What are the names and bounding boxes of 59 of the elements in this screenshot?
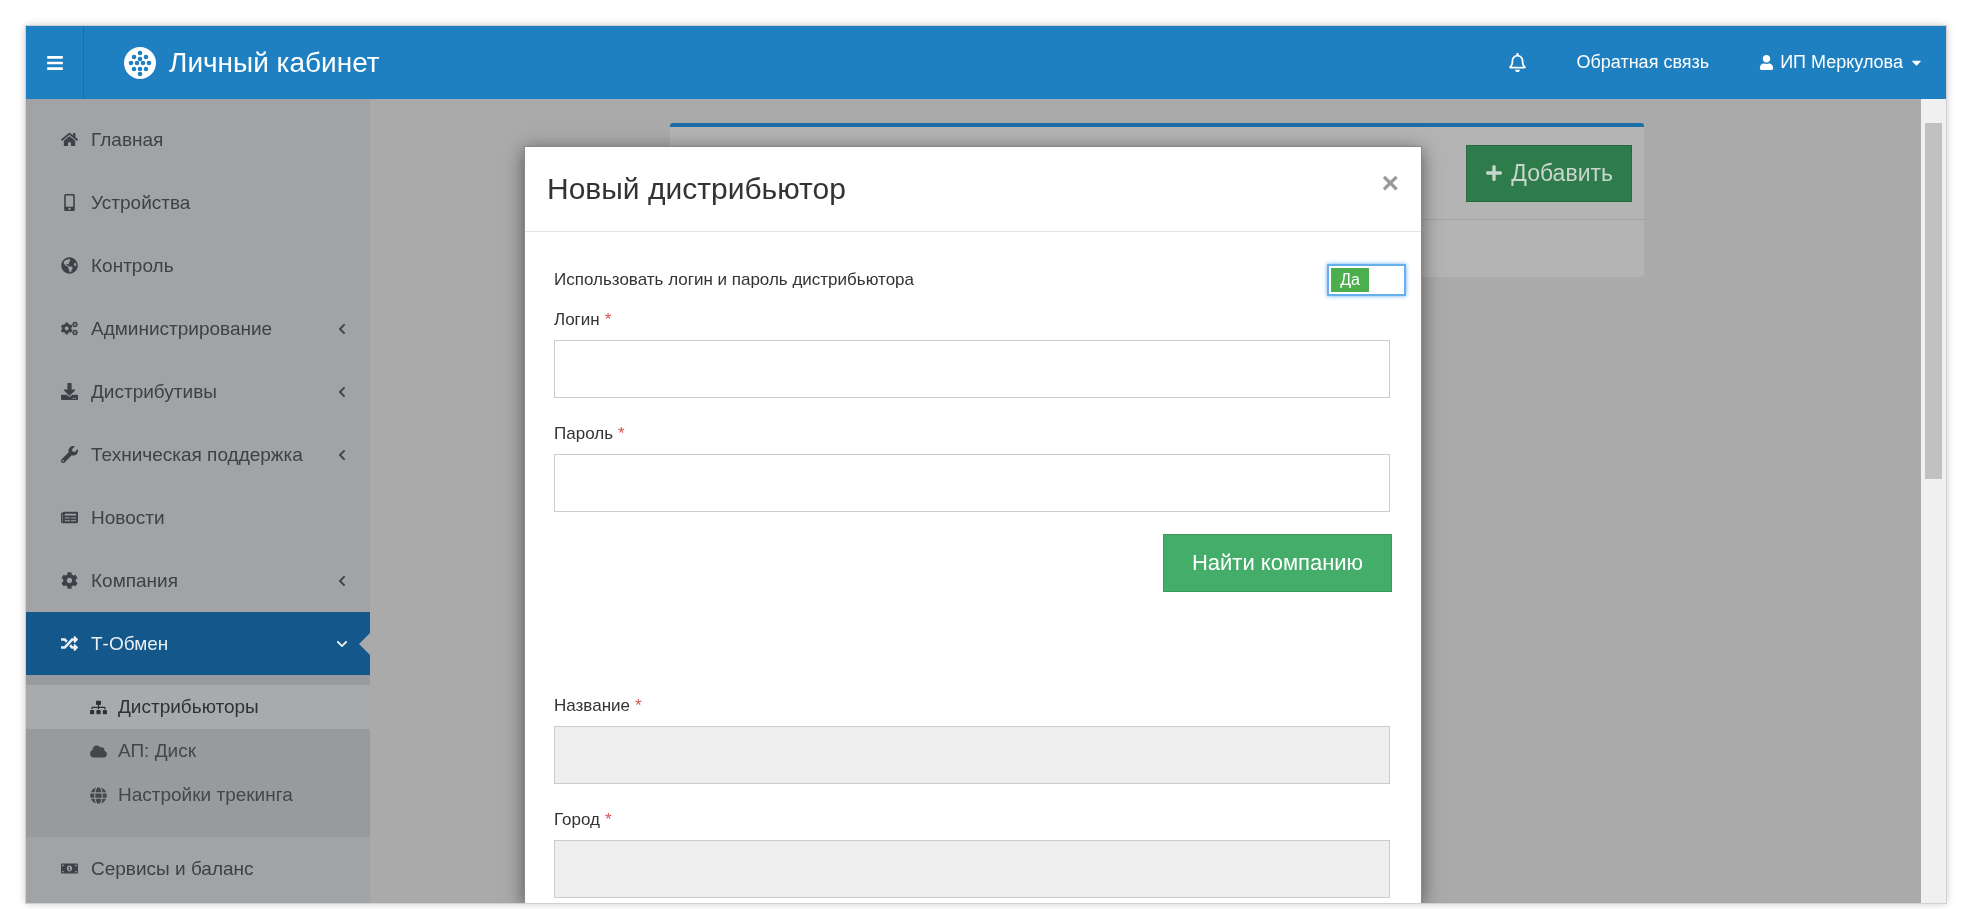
item-icon xyxy=(59,509,79,526)
app-title: Личный кабинет xyxy=(169,46,380,79)
item-icon xyxy=(59,572,79,589)
item-icon xyxy=(59,635,79,652)
scrollbar[interactable] xyxy=(1921,99,1946,903)
plus-icon xyxy=(1485,164,1504,182)
field-label: Пароль * xyxy=(554,424,626,444)
item-label: Сервисы и баланс xyxy=(91,857,254,880)
item-label: Новости xyxy=(91,506,165,529)
item-icon xyxy=(59,131,79,148)
field-label: Название * xyxy=(554,696,643,716)
item-label: Т-Обмен xyxy=(91,632,169,655)
item-label: Устройства xyxy=(91,191,191,214)
item-icon xyxy=(88,698,108,716)
user-menu[interactable]: ИП Меркулова xyxy=(1759,52,1924,73)
sidebar-item[interactable]: Техническая поддержка xyxy=(26,423,370,486)
sidebar-item[interactable]: Контроль xyxy=(26,234,370,297)
notification-bell-icon[interactable] xyxy=(1507,53,1527,72)
logo-icon xyxy=(124,46,156,79)
sidebar-item[interactable]: Дистрибутивы xyxy=(26,360,370,423)
close-button[interactable]: × xyxy=(1381,168,1399,198)
item-icon xyxy=(59,257,79,274)
item-label: Администрирование xyxy=(91,317,273,340)
submenu-item[interactable]: Настройки трекинга xyxy=(26,773,370,817)
item-icon xyxy=(59,383,79,400)
item-icon xyxy=(88,786,108,804)
modal-title: Новый дистрибьютор xyxy=(547,172,846,206)
toggle-switch[interactable]: Да xyxy=(1327,264,1406,296)
item-label: Дистрибьюторы xyxy=(118,696,259,718)
scrollbar-thumb[interactable] xyxy=(1925,123,1942,479)
item-icon xyxy=(59,320,79,337)
submenu-item[interactable]: Дистрибьюторы xyxy=(26,685,370,729)
sidebar-item[interactable]: Устройства xyxy=(26,171,370,234)
input-field[interactable] xyxy=(554,454,1390,512)
item-label: Техническая поддержка xyxy=(91,443,303,466)
item-label: Контроль xyxy=(91,254,174,277)
item-label: Главная xyxy=(91,128,164,151)
feedback-link[interactable]: Обратная связь xyxy=(1576,52,1710,73)
submenu-item[interactable]: АП: Диск xyxy=(26,729,370,773)
sidebar-item[interactable]: Компания xyxy=(26,549,370,612)
sidebar-item[interactable]: Главная xyxy=(26,108,370,171)
item-label: Дистрибутивы xyxy=(91,380,217,403)
item-label: Компания xyxy=(91,569,178,592)
menu-icon xyxy=(45,53,64,72)
sidebar-item[interactable]: Сервисы и баланс xyxy=(26,837,370,900)
user-icon xyxy=(1759,55,1775,70)
sidebar-item[interactable]: Т-Обмен xyxy=(26,612,370,675)
field-label: Логин * xyxy=(554,310,613,330)
sidebar-item[interactable]: Новости xyxy=(26,486,370,549)
toggle-label: Использовать логин и пароль дистрибьютора xyxy=(554,270,914,290)
item-icon xyxy=(59,446,79,463)
item-label: Настройки трекинга xyxy=(118,784,293,806)
input-field[interactable] xyxy=(554,340,1390,398)
field-label: Город * xyxy=(554,810,613,830)
sidebar-item[interactable]: Администрирование xyxy=(26,297,370,360)
find-company-button[interactable]: Найти компанию xyxy=(1163,534,1392,592)
item-label: АП: Диск xyxy=(118,740,196,762)
item-icon xyxy=(59,860,79,877)
add-button[interactable]: Добавить xyxy=(1466,144,1632,202)
